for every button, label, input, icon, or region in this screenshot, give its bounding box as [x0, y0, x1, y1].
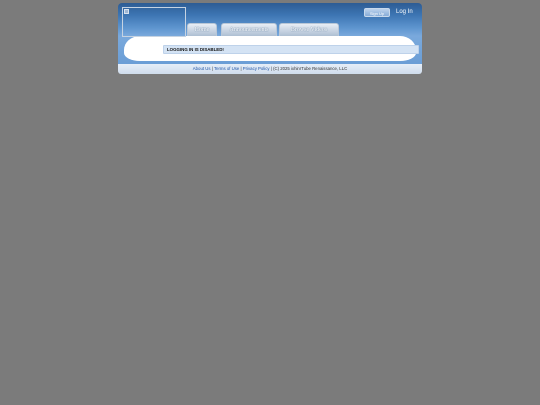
footer-privacy-link[interactable]: Privacy Policy: [243, 66, 270, 71]
footer-separator: |: [240, 66, 242, 71]
tab-announcements[interactable]: Announcements: [221, 23, 277, 37]
footer-separator: |: [211, 66, 213, 71]
site-container: Sign Up Log In Home Announcements Browse…: [118, 3, 422, 74]
footer-copyright: (C) 2025 ixhinrTube Renaissance, LLC: [273, 66, 348, 71]
footer-separator: |: [270, 66, 272, 71]
tab-browse-videos[interactable]: Browse Videos: [279, 23, 339, 37]
footer-terms-link[interactable]: Terms of Use: [214, 66, 239, 71]
log-in-link[interactable]: Log In: [396, 7, 413, 17]
footer-about-link[interactable]: About Us: [193, 66, 211, 71]
content-area: LOGGING IN IS DISABLED!: [124, 36, 419, 61]
broken-image-icon: [124, 9, 129, 14]
page: Sign Up Log In Home Announcements Browse…: [0, 0, 540, 405]
alert-message: LOGGING IN IS DISABLED!: [163, 45, 419, 54]
tab-home[interactable]: Home: [187, 23, 217, 37]
content-panel: LOGGING IN IS DISABLED!: [118, 36, 422, 63]
footer: About Us | Terms of Use | Privacy Policy…: [118, 63, 422, 74]
site-logo[interactable]: [122, 7, 186, 37]
sign-up-button[interactable]: Sign Up: [364, 8, 390, 17]
alert-text: LOGGING IN IS DISABLED!: [167, 47, 224, 52]
